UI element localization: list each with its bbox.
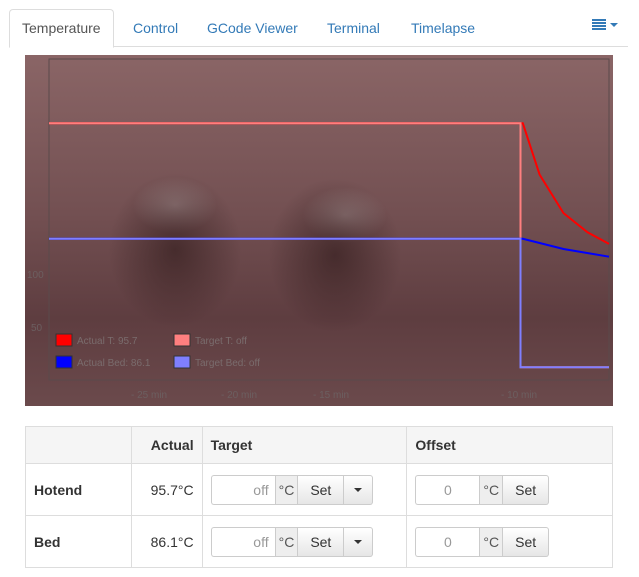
actual-temp-hotend: 95.7°C: [130, 463, 203, 516]
header-target: Target: [201, 426, 408, 464]
unit-label: °C: [479, 474, 504, 505]
legend-label-actual-bed: Actual Bed: 86.1: [77, 358, 151, 369]
hotend-target-set-button[interactable]: Set: [298, 474, 345, 505]
table-header-row: Actual Target Offset: [25, 426, 613, 464]
target-cell-bed: °C Set: [201, 515, 408, 568]
bed-offset-input[interactable]: [415, 526, 480, 557]
legend-swatch-target-bed: [173, 355, 191, 369]
tab-terminal[interactable]: Terminal: [317, 9, 390, 47]
bed-target-input[interactable]: [210, 526, 275, 557]
x-tick-15min: - 15 min: [313, 390, 349, 401]
header-actual: Actual: [130, 426, 203, 464]
x-tick-25min: - 25 min: [131, 390, 167, 401]
unit-label: °C: [274, 474, 299, 505]
x-tick-10min: - 10 min: [501, 390, 537, 401]
header-name: [25, 426, 132, 464]
series-line-actual-t-95-7: [49, 122, 610, 245]
series-line-actual-bed-86-1: [49, 237, 610, 258]
unit-label: °C: [274, 526, 299, 557]
tab-overflow-menu[interactable]: [592, 19, 618, 30]
legend-label-target-bed: Target Bed: off: [195, 358, 260, 369]
legend-label-target-t: Target T: off: [195, 336, 247, 347]
tab-bar: Temperature Control GCode Viewer Termina…: [9, 9, 628, 48]
y-axis-ticks: 100 50: [27, 270, 44, 334]
chevron-down-icon: [610, 22, 618, 27]
table-row-hotend: Hotend 95.7°C °C Set °C Set: [25, 463, 613, 516]
series-line-target-t-off: [49, 122, 609, 369]
table-row-bed: Bed 86.1°C °C Set °C Set: [25, 515, 613, 568]
chevron-down-icon: [354, 487, 363, 492]
y-tick-100: 100: [27, 270, 44, 281]
temperature-graph: 100 50 - 25 min - 20 min - 15 min - 10 m…: [25, 55, 613, 406]
unit-label: °C: [479, 526, 504, 557]
actual-temp-bed: 86.1°C: [130, 515, 203, 568]
hotend-target-dropdown-button[interactable]: [344, 474, 374, 505]
row-name-hotend: Hotend: [25, 463, 132, 516]
temperature-chart: 100 50 - 25 min - 20 min - 15 min - 10 m…: [27, 58, 610, 401]
bed-target-set-button[interactable]: Set: [298, 526, 345, 557]
tab-gcode-viewer[interactable]: GCode Viewer: [197, 9, 308, 47]
tab-control[interactable]: Control: [123, 9, 188, 47]
bed-target-dropdown-button[interactable]: [344, 526, 374, 557]
plot-area: [48, 58, 610, 381]
offset-cell-hotend: °C Set: [406, 463, 613, 516]
hotend-offset-input[interactable]: [415, 474, 480, 505]
row-name-bed: Bed: [25, 515, 132, 568]
chevron-down-icon: [354, 539, 363, 544]
series-line-target-bed-off: [49, 237, 609, 369]
legend-swatch-actual-bed: [55, 355, 73, 369]
temperature-table: Actual Target Offset Hotend 95.7°C °C Se…: [25, 426, 613, 568]
legend: Actual T: 95.7 Target T: off Actual Bed:…: [55, 333, 260, 369]
hotend-target-input[interactable]: [210, 474, 275, 505]
bed-offset-set-button[interactable]: Set: [503, 526, 550, 557]
target-cell-hotend: °C Set: [201, 463, 408, 516]
x-tick-20min: - 20 min: [221, 390, 257, 401]
header-offset: Offset: [406, 426, 613, 464]
legend-label-actual-t: Actual T: 95.7: [77, 336, 138, 347]
x-axis-ticks: - 25 min - 20 min - 15 min - 10 min: [131, 390, 537, 401]
tab-timelapse[interactable]: Timelapse: [401, 9, 485, 47]
legend-swatch-actual-t: [55, 333, 73, 347]
series-lines: [49, 122, 610, 369]
offset-cell-bed: °C Set: [406, 515, 613, 568]
tab-temperature[interactable]: Temperature: [9, 9, 114, 48]
y-tick-50: 50: [31, 323, 43, 334]
list-icon: [592, 19, 606, 30]
legend-swatch-target-t: [173, 333, 191, 347]
hotend-offset-set-button[interactable]: Set: [503, 474, 550, 505]
